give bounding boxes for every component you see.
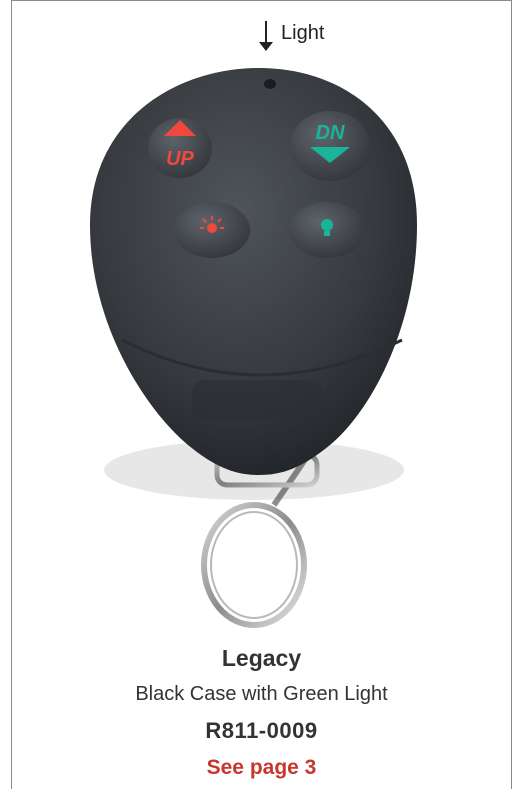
keyfob-photo: UP DN — [90, 68, 417, 628]
part-number: R811-0009 — [205, 718, 318, 743]
svg-text:UP: UP — [166, 148, 194, 170]
green-light-button — [289, 202, 365, 258]
frame-top-border — [11, 0, 512, 1]
light-indicator: Light — [259, 20, 324, 52]
down-arrow-icon — [259, 21, 273, 51]
svg-text:DN: DN — [316, 122, 345, 144]
light-label: Light — [281, 22, 325, 44]
up-button: UP — [148, 118, 212, 178]
product-description: Black Case with Green Light — [135, 683, 388, 705]
product-name: Legacy — [221, 645, 302, 671]
light-button — [174, 202, 250, 258]
down-button: DN — [290, 111, 370, 181]
frame-right-border — [511, 0, 512, 789]
page-reference-link[interactable]: See page 3 — [12, 756, 511, 780]
